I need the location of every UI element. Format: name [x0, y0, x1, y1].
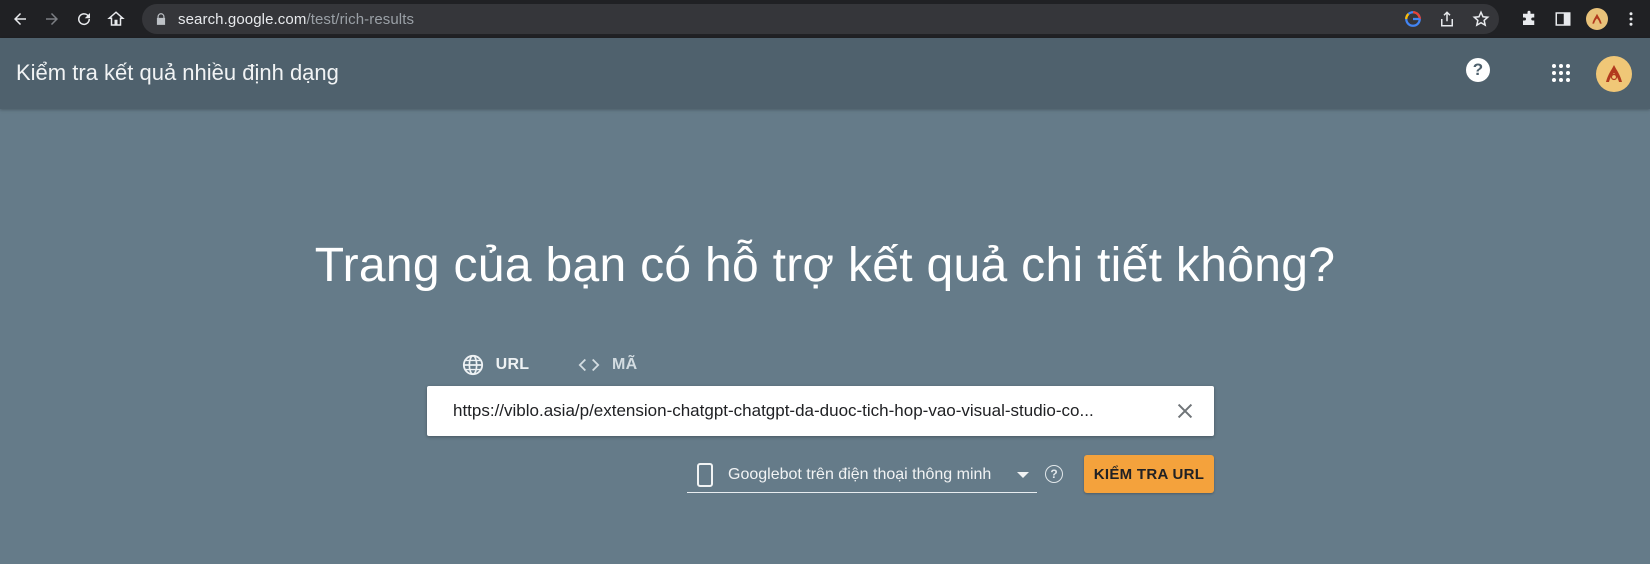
tab-code-label: MÃ [612, 356, 638, 373]
back-arrow-icon[interactable] [8, 7, 32, 31]
url-input[interactable]: https://viblo.asia/p/extension-chatgpt-c… [427, 386, 1214, 436]
address-text: search.google.com/test/rich-results [178, 10, 415, 28]
chevron-down-icon[interactable] [1017, 472, 1029, 478]
bookmark-star-icon[interactable] [1471, 9, 1491, 29]
home-icon[interactable] [104, 7, 128, 31]
smartphone-icon [697, 463, 713, 487]
user-agent-label: Googlebot trên điện thoại thông minh [728, 466, 992, 483]
share-icon[interactable] [1437, 9, 1457, 29]
agent-help-icon[interactable]: ? [1045, 465, 1063, 483]
apps-grid-icon[interactable] [1551, 63, 1571, 83]
browser-toolbar: search.google.com/test/rich-results [0, 0, 1650, 38]
code-icon [578, 358, 600, 372]
side-panel-icon[interactable] [1552, 8, 1574, 30]
page-title: Kiểm tra kết quả nhiều định dạng [16, 60, 339, 85]
lock-icon [156, 13, 166, 25]
url-input-value[interactable]: https://viblo.asia/p/extension-chatgpt-c… [453, 401, 1143, 421]
kebab-menu-icon[interactable] [1620, 8, 1642, 30]
app-header: Kiểm tra kết quả nhiều định dạng ? [0, 38, 1650, 109]
globe-icon [462, 354, 483, 376]
profile-avatar-small[interactable] [1586, 8, 1608, 30]
tab-url-label: URL [495, 356, 530, 373]
user-agent-select[interactable]: Googlebot trên điện thoại thông minh [687, 458, 1037, 493]
avatar[interactable] [1596, 56, 1632, 92]
extensions-puzzle-icon[interactable] [1518, 8, 1540, 30]
tab-code[interactable]: MÃ [578, 344, 658, 386]
test-url-button[interactable]: KIỂM TRA URL [1084, 455, 1214, 493]
reload-icon[interactable] [72, 7, 96, 31]
forward-arrow-icon[interactable] [40, 7, 64, 31]
address-bar[interactable]: search.google.com/test/rich-results [142, 4, 1499, 34]
hero-headline: Trang của bạn có hỗ trợ kết quả chi tiết… [314, 239, 1336, 292]
tab-url[interactable]: URL [436, 344, 555, 390]
help-icon[interactable]: ? [1466, 58, 1490, 82]
google-lens-icon[interactable] [1403, 9, 1423, 29]
clear-icon[interactable] [1174, 400, 1196, 422]
